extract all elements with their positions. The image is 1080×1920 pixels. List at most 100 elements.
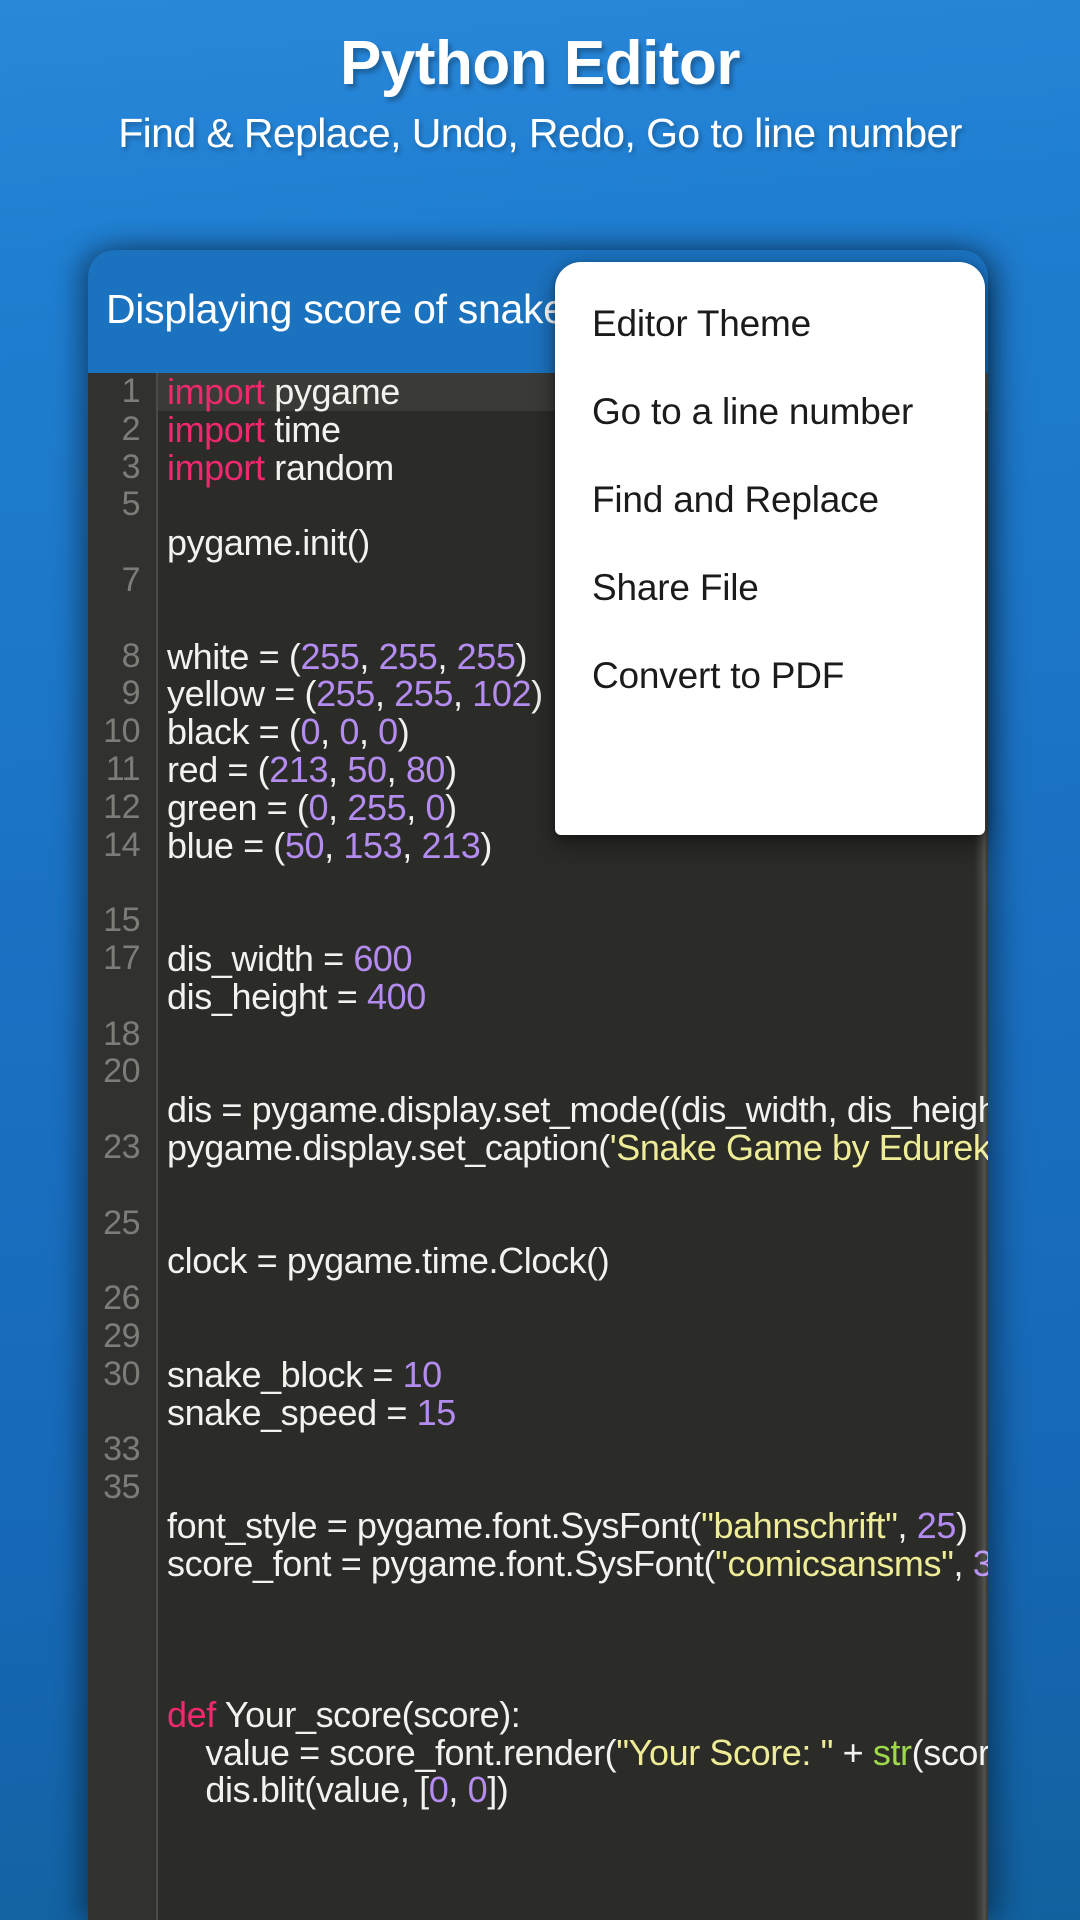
- code-token: clock = pygame.time.Clock(): [167, 1240, 610, 1282]
- line-number-list: 1235 7 8 9 10 11 12 14 15 17 18 20 23 25 26 29 30…: [88, 373, 144, 1545]
- code-token: 0: [428, 1769, 449, 1811]
- code-token: ,: [386, 748, 406, 790]
- code-token: random: [264, 446, 394, 488]
- code-line[interactable]: value = score_font.render("Your Score: "…: [158, 1731, 988, 1773]
- code-line[interactable]: dis = pygame.display.set_mode((dis_width…: [158, 1091, 988, 1129]
- code-line[interactable]: [158, 1847, 988, 1885]
- promo-subtitle: Find & Replace, Undo, Redo, Go to line n…: [118, 110, 962, 156]
- code-line[interactable]: [158, 1620, 988, 1658]
- code-line[interactable]: [158, 1469, 988, 1507]
- code-line[interactable]: [158, 1658, 988, 1696]
- code-line[interactable]: [158, 1053, 988, 1091]
- code-token: dis_width =: [167, 937, 354, 979]
- code-token: 400: [366, 975, 426, 1017]
- promo-title: Python Editor: [340, 29, 740, 98]
- line-number: 8: [121, 636, 141, 675]
- code-token: dis_height =: [167, 975, 367, 1017]
- line-number: 25: [103, 1203, 140, 1242]
- line-number: [88, 864, 144, 902]
- code-token: ,: [320, 711, 340, 753]
- code-token: 255: [347, 786, 407, 828]
- code-line[interactable]: [158, 864, 988, 902]
- code-token: ): [445, 748, 457, 790]
- code-token: "Your Score: ": [616, 1731, 834, 1773]
- code-token: 255: [378, 635, 438, 677]
- code-token: ,: [402, 824, 422, 866]
- line-number: [88, 600, 144, 638]
- code-line[interactable]: [158, 1809, 988, 1847]
- line-number: [88, 1242, 144, 1280]
- code-token: 0: [339, 711, 359, 753]
- code-line[interactable]: [158, 1318, 988, 1356]
- menu-item-editor-theme[interactable]: Editor Theme: [555, 280, 985, 368]
- line-number: 29: [103, 1316, 140, 1355]
- code-token: "bahnschrift": [701, 1504, 898, 1546]
- code-token: pygame.init(): [167, 522, 370, 564]
- code-token: ,: [358, 711, 379, 753]
- code-token: ,: [406, 786, 426, 828]
- line-number-gutter: 1235 7 8 9 10 11 12 14 15 17 18 20 23 25 26 29 30…: [88, 373, 158, 1920]
- code-line[interactable]: [158, 1205, 988, 1243]
- menu-item-find-and-replace[interactable]: Find and Replace: [555, 456, 985, 544]
- code-token: 600: [353, 937, 413, 979]
- line-number: 2: [121, 409, 141, 448]
- code-token: time: [264, 408, 341, 450]
- code-token: ,: [374, 673, 395, 715]
- menu-item-convert-to-pdf[interactable]: Convert to PDF: [555, 632, 985, 720]
- code-token: 80: [405, 748, 446, 790]
- code-token: 213: [269, 748, 329, 790]
- code-token: str: [872, 1731, 912, 1773]
- code-token: 15: [416, 1391, 457, 1433]
- code-token: ): [531, 673, 543, 715]
- line-number: [88, 1394, 144, 1432]
- code-line[interactable]: font_style = pygame.font.SysFont("bahnsc…: [158, 1507, 988, 1545]
- line-number: 3: [121, 447, 141, 486]
- code-token: pygame.display.set_caption(: [167, 1126, 610, 1168]
- menu-item-share-file[interactable]: Share File: [555, 544, 985, 632]
- code-line[interactable]: score_font = pygame.font.SysFont("comics…: [158, 1542, 988, 1584]
- line-number: [88, 524, 144, 562]
- code-token: ): [515, 635, 528, 677]
- code-line[interactable]: pygame.display.set_caption('Snake Game b…: [158, 1129, 988, 1167]
- code-token: "comicsansms": [715, 1542, 954, 1584]
- line-number: 10: [103, 712, 140, 751]
- line-number: 23: [103, 1127, 140, 1166]
- code-token: 0: [425, 786, 446, 828]
- overflow-menu[interactable]: Editor Theme Go to a line number Find and …: [555, 262, 985, 835]
- code-token: score_font = pygame.font.SysFont(: [167, 1542, 716, 1584]
- code-line[interactable]: [158, 902, 988, 940]
- code-line[interactable]: [158, 1431, 988, 1469]
- code-token: 10: [402, 1353, 443, 1395]
- code-token: value = score_font.render(: [167, 1731, 617, 1773]
- code-token: 255: [394, 673, 454, 715]
- code-token: Your_score(score):: [215, 1693, 521, 1735]
- code-line[interactable]: [158, 1167, 988, 1205]
- code-line[interactable]: dis_width = 600: [158, 940, 988, 978]
- code-token: ): [445, 786, 457, 828]
- line-number: 11: [105, 749, 141, 788]
- line-number: 15: [103, 901, 140, 940]
- code-line[interactable]: dis.blit(value, [0, 0]): [158, 1771, 988, 1809]
- code-token: ,: [324, 824, 344, 866]
- code-token: green = (: [167, 786, 309, 828]
- line-number: [88, 978, 144, 1016]
- code-token: dis.blit(value, [: [167, 1769, 429, 1811]
- line-number: 20: [103, 1052, 140, 1091]
- code-token: ,: [448, 1769, 468, 1811]
- code-token: def: [167, 1693, 216, 1735]
- code-line[interactable]: [158, 1280, 988, 1318]
- code-line[interactable]: snake_speed = 15: [158, 1391, 988, 1433]
- code-line[interactable]: snake_block = 10: [158, 1353, 988, 1395]
- line-number: 17: [103, 938, 140, 977]
- code-line[interactable]: [158, 1016, 988, 1054]
- code-token: 255: [300, 635, 360, 677]
- code-token: font_style = pygame.font.SysFont(: [167, 1504, 702, 1546]
- code-line[interactable]: def Your_score(score):: [158, 1693, 988, 1735]
- code-line[interactable]: clock = pygame.time.Clock(): [158, 1242, 988, 1280]
- code-line[interactable]: dis_height = 400: [158, 975, 988, 1017]
- menu-item-go-to-line-number[interactable]: Go to a line number: [555, 368, 985, 456]
- code-line[interactable]: [158, 1583, 988, 1621]
- line-number: 30: [103, 1354, 140, 1393]
- code-token: ]): [487, 1769, 509, 1811]
- line-number: 9: [121, 674, 141, 713]
